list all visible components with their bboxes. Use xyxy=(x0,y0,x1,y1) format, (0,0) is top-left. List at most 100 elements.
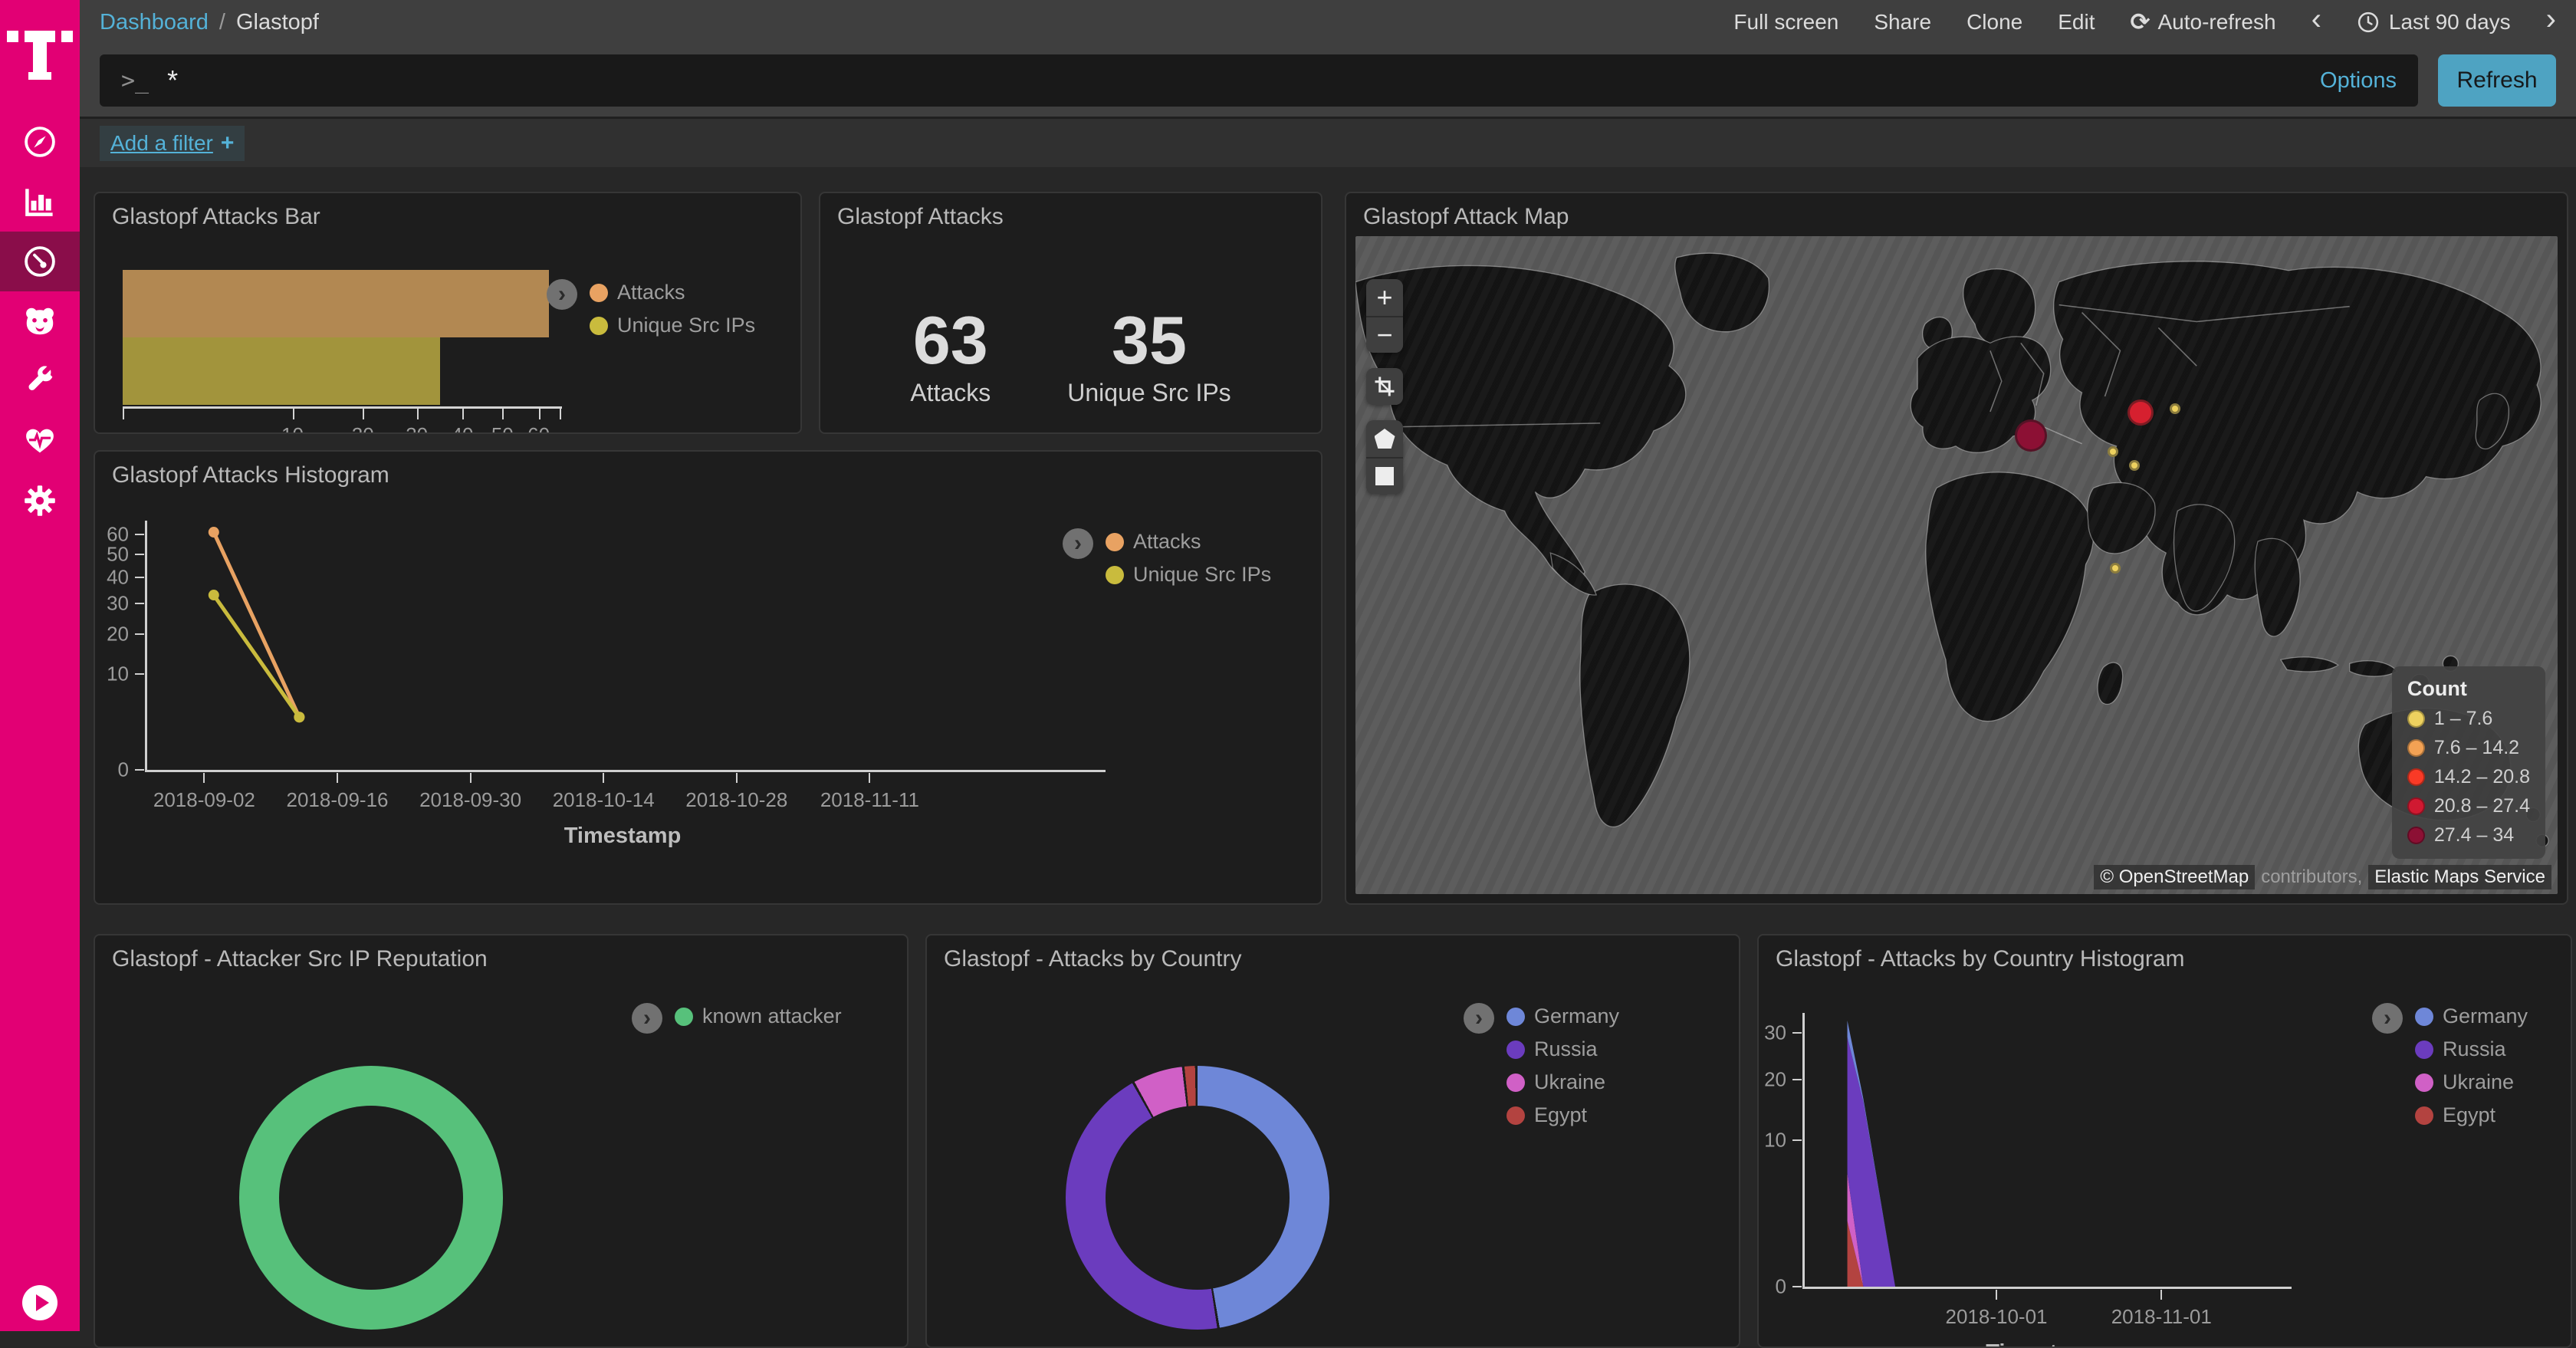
map-marker[interactable] xyxy=(2108,446,2118,457)
y-tick-mark xyxy=(135,633,144,635)
area-chart: 01020302018-10-012018-11-01Timestamp xyxy=(1805,1021,2284,1287)
legend-label: Unique Src IPs xyxy=(1133,563,1271,587)
sidebar-item-devtools[interactable] xyxy=(0,351,80,411)
time-picker[interactable]: Last 90 days xyxy=(2357,10,2511,35)
legend-item[interactable]: known attacker xyxy=(675,1004,842,1028)
refresh-button[interactable]: Refresh xyxy=(2438,54,2556,107)
x-tick-label: 2018-10-14 xyxy=(553,788,655,812)
map-attribution-link[interactable]: Elastic Maps Service xyxy=(2368,865,2551,889)
legend-color-dot xyxy=(1106,533,1124,551)
x-tick-mark xyxy=(363,409,364,419)
search-input[interactable]: >_ * Options xyxy=(100,54,2418,107)
map-marker-germany[interactable] xyxy=(2015,419,2047,452)
legend-item[interactable]: Russia xyxy=(1506,1037,1619,1061)
map-legend-label: 7.6 – 14.2 xyxy=(2434,737,2519,759)
attack-map[interactable]: + − xyxy=(1355,236,2558,894)
x-axis-line xyxy=(145,770,1106,772)
full-screen-button[interactable]: Full screen xyxy=(1733,10,1838,35)
breadcrumb-dashboard-link[interactable]: Dashboard xyxy=(100,10,209,35)
edit-button[interactable]: Edit xyxy=(2058,10,2095,35)
legend-color-dot xyxy=(1506,1106,1525,1125)
sidebar-item-dashboard[interactable] xyxy=(0,232,80,291)
clone-button[interactable]: Clone xyxy=(1967,10,2022,35)
sidebar-item-management[interactable] xyxy=(0,471,80,531)
sidebar-item-discover[interactable] xyxy=(0,112,80,172)
x-tick-label: 2018-11-01 xyxy=(2111,1305,2212,1329)
options-link[interactable]: Options xyxy=(2320,68,2397,94)
legend-item[interactable]: Attacks xyxy=(590,281,755,304)
legend-item[interactable]: Unique Src IPs xyxy=(1106,563,1271,587)
legend-item[interactable]: Egypt xyxy=(1506,1103,1619,1127)
map-marker[interactable] xyxy=(2110,563,2121,574)
sidebar-expand-button[interactable] xyxy=(22,1285,58,1320)
sidebar-item-honeypot[interactable] xyxy=(0,291,80,351)
legend-item[interactable]: Egypt xyxy=(2415,1103,2528,1127)
legend-item[interactable]: Germany xyxy=(2415,1004,2528,1028)
dashboard-grid: Glastopf Attacks Bar 102030405060 ›Attac… xyxy=(80,167,2576,1331)
legend-label: Attacks xyxy=(1133,530,1201,554)
map-marker-russia[interactable] xyxy=(2128,399,2154,426)
auto-refresh-button[interactable]: ⟳ Auto-refresh xyxy=(2131,8,2276,36)
y-tick-label: 30 xyxy=(107,591,129,615)
metric-label: Unique Src IPs xyxy=(1067,379,1230,407)
legend-item[interactable]: Ukraine xyxy=(1506,1070,1619,1094)
time-forward-button[interactable]: › xyxy=(2546,4,2556,41)
bar-unique-src-ips[interactable] xyxy=(123,337,440,405)
legend-toggle-icon[interactable]: › xyxy=(1464,1003,1494,1034)
legend-item[interactable]: Unique Src IPs xyxy=(590,314,755,337)
map-legend-item: 14.2 – 20.8 xyxy=(2407,766,2530,788)
legend-toggle-icon[interactable]: › xyxy=(1063,528,1093,559)
legend-color-dot xyxy=(675,1008,693,1026)
y-tick-label: 60 xyxy=(107,522,129,546)
legend-item[interactable]: Attacks xyxy=(1106,530,1271,554)
legend-toggle-icon[interactable]: › xyxy=(2372,1003,2403,1034)
legend-label: Ukraine xyxy=(1534,1070,1605,1094)
map-draw-rectangle-button[interactable] xyxy=(1366,457,1403,494)
share-button[interactable]: Share xyxy=(1874,10,1931,35)
x-tick-label: 20 xyxy=(352,423,374,434)
top-bar: Dashboard / Glastopf Full screen Share C… xyxy=(80,0,2576,44)
legend-toggle-icon[interactable]: › xyxy=(632,1003,662,1034)
map-marker[interactable] xyxy=(2170,403,2180,414)
y-tick-mark xyxy=(135,769,144,771)
legend-color-dot xyxy=(1106,566,1124,584)
metric-value: 63 xyxy=(910,307,991,374)
time-back-button[interactable]: ‹ xyxy=(2312,4,2321,41)
legend-item[interactable]: Germany xyxy=(1506,1004,1619,1028)
map-zoom-out-button[interactable]: − xyxy=(1366,316,1403,353)
legend-color-dot xyxy=(2407,797,2425,815)
legend-color-dot xyxy=(2415,1073,2433,1092)
legend-label: Egypt xyxy=(2443,1103,2496,1127)
x-tick-mark xyxy=(2160,1290,2162,1300)
sidebar-item-visualize[interactable] xyxy=(0,172,80,232)
panel-title: Glastopf Attacks Bar xyxy=(112,204,320,230)
legend-color-dot xyxy=(1506,1073,1525,1092)
breadcrumb-current: Glastopf xyxy=(236,10,319,35)
add-filter-link[interactable]: Add a filter + xyxy=(100,126,245,161)
map-legend-item: 27.4 – 34 xyxy=(2407,824,2530,847)
x-tick-label: 2018-11-11 xyxy=(820,788,919,812)
map-attribution-link[interactable]: © OpenStreetMap xyxy=(2094,865,2255,889)
map-attribution-text: contributors, xyxy=(2261,866,2362,888)
legend-color-dot xyxy=(2407,768,2425,786)
legend-item[interactable]: Ukraine xyxy=(2415,1070,2528,1094)
map-draw-polygon-button[interactable] xyxy=(1366,420,1403,457)
telekom-logo[interactable] xyxy=(0,0,80,98)
bar-attacks[interactable] xyxy=(123,270,549,337)
legend-color-dot xyxy=(2407,827,2425,844)
legend-item[interactable]: Russia xyxy=(2415,1037,2528,1061)
world-map xyxy=(1355,236,2558,894)
chart-legend: › Germany Russia Ukraine Egypt xyxy=(1464,1003,1619,1127)
map-zoom-in-button[interactable]: + xyxy=(1366,279,1403,316)
map-fit-bounds-button[interactable] xyxy=(1366,368,1403,405)
map-marker[interactable] xyxy=(2129,460,2140,471)
donut-chart[interactable] xyxy=(1066,1066,1329,1330)
y-tick-label: 40 xyxy=(107,566,129,590)
legend-toggle-icon[interactable]: › xyxy=(547,279,577,310)
donut-hole xyxy=(279,1106,463,1290)
sidebar-item-monitoring[interactable] xyxy=(0,411,80,471)
panel-title: Glastopf Attacks xyxy=(837,204,1004,230)
auto-refresh-icon: ⟳ xyxy=(2131,8,2150,36)
map-controls: + − xyxy=(1366,279,1403,494)
donut-chart[interactable] xyxy=(239,1066,503,1330)
